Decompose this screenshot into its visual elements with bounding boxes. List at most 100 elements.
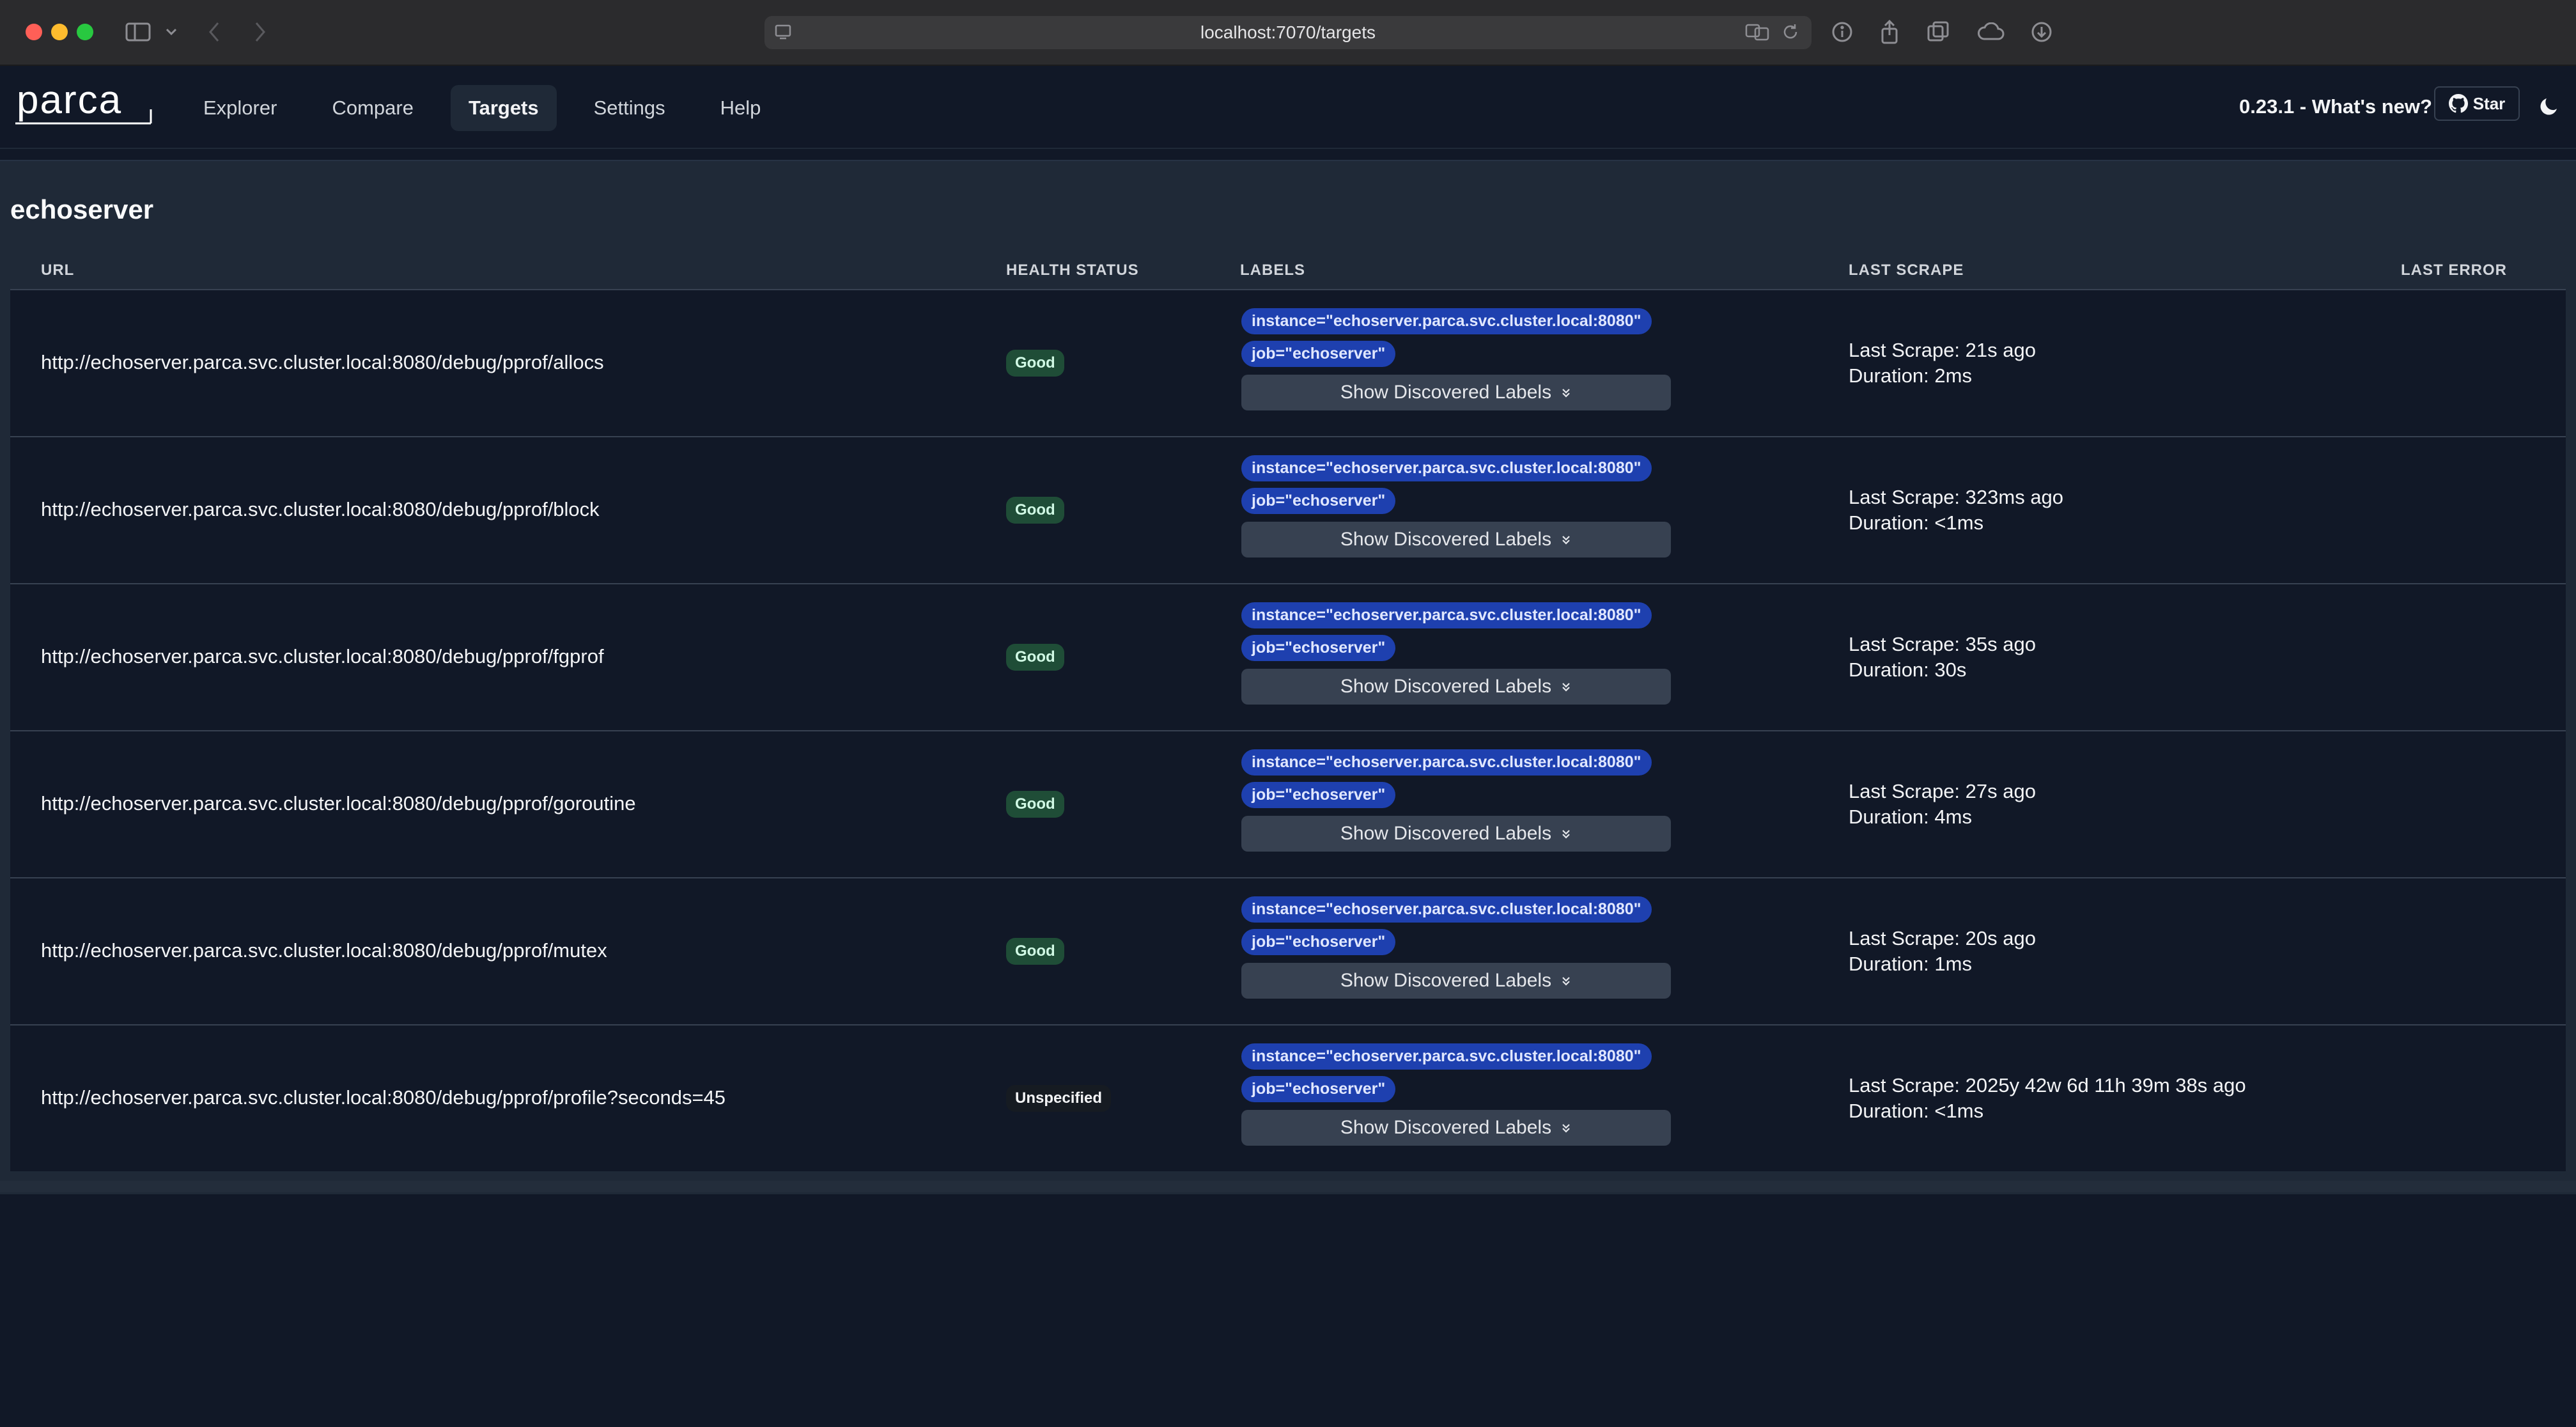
double-chevron-down-icon bbox=[1562, 683, 1570, 692]
label-pill-instance: instance="echoserver.parca.svc.cluster.l… bbox=[1241, 749, 1652, 776]
dark-mode-toggle-icon[interactable] bbox=[2538, 95, 2561, 121]
duration-text: Duration: 1ms bbox=[1849, 953, 1972, 975]
duration-text: Duration: 30s bbox=[1849, 659, 1967, 681]
last-scrape-cell: Last Scrape: 2025y 42w 6d 11h 39m 38s ag… bbox=[1849, 1073, 2246, 1124]
health-status-badge: Good bbox=[1006, 791, 1064, 818]
labels-cell: instance="echoserver.parca.svc.cluster.l… bbox=[1241, 749, 1676, 852]
minimize-window-button[interactable] bbox=[51, 24, 68, 40]
duration-text: Duration: <1ms bbox=[1849, 511, 1984, 534]
last-scrape-cell: Last Scrape: 27s ago Duration: 4ms bbox=[1849, 779, 2036, 830]
last-scrape-text: Last Scrape: 20s ago bbox=[1849, 927, 2036, 949]
nav-settings[interactable]: Settings bbox=[576, 85, 683, 131]
last-scrape-text: Last Scrape: 27s ago bbox=[1849, 780, 2036, 802]
health-status-badge: Good bbox=[1006, 350, 1064, 377]
target-url: http://echoserver.parca.svc.cluster.loca… bbox=[41, 1086, 726, 1109]
duration-text: Duration: 2ms bbox=[1849, 364, 1972, 387]
target-url: http://echoserver.parca.svc.cluster.loca… bbox=[41, 351, 604, 373]
url-text: localhost:7070/targets bbox=[1200, 22, 1376, 42]
label-pill-job: job="echoserver" bbox=[1241, 341, 1396, 367]
column-header-labels: LABELS bbox=[1240, 261, 1305, 279]
table-row: http://echoserver.parca.svc.cluster.loca… bbox=[10, 289, 2566, 436]
targets-table-body: http://echoserver.parca.svc.cluster.loca… bbox=[10, 289, 2566, 1171]
duration-text: Duration: 4ms bbox=[1849, 806, 1972, 828]
last-scrape-text: Last Scrape: 35s ago bbox=[1849, 633, 2036, 655]
sidebar-toggle-icon[interactable] bbox=[124, 18, 152, 46]
health-status-badge: Good bbox=[1006, 644, 1064, 671]
parca-logo-mark: parca bbox=[15, 78, 152, 125]
health-status-badge: Unspecified bbox=[1006, 1085, 1112, 1112]
last-scrape-cell: Last Scrape: 21s ago Duration: 2ms bbox=[1849, 338, 2036, 389]
health-cell: Unspecified bbox=[1006, 1085, 1112, 1112]
share-icon[interactable] bbox=[1877, 18, 1902, 46]
browser-toolbar: localhost:7070/targets bbox=[0, 0, 2576, 66]
show-discovered-labels-button[interactable]: Show Discovered Labels bbox=[1241, 522, 1671, 558]
health-cell: Good bbox=[1006, 350, 1064, 377]
show-discovered-labels-button[interactable]: Show Discovered Labels bbox=[1241, 669, 1671, 705]
target-url: http://echoserver.parca.svc.cluster.loca… bbox=[41, 792, 636, 815]
health-cell: Good bbox=[1006, 791, 1064, 818]
table-row: http://echoserver.parca.svc.cluster.loca… bbox=[10, 1024, 2566, 1171]
last-scrape-cell: Last Scrape: 323ms ago Duration: <1ms bbox=[1849, 485, 2063, 536]
health-cell: Good bbox=[1006, 644, 1064, 671]
page-menu-icon[interactable] bbox=[773, 22, 793, 46]
target-url: http://echoserver.parca.svc.cluster.loca… bbox=[41, 939, 607, 962]
column-header-last-error: LAST ERROR bbox=[2401, 261, 2507, 279]
show-discovered-labels-button[interactable]: Show Discovered Labels bbox=[1241, 1110, 1671, 1146]
forward-arrow-icon[interactable] bbox=[251, 18, 270, 46]
nav-help[interactable]: Help bbox=[702, 85, 779, 131]
main-nav: Explorer Compare Targets Settings Help bbox=[185, 85, 779, 131]
show-discovered-labels-button[interactable]: Show Discovered Labels bbox=[1241, 963, 1671, 999]
tabs-overview-icon[interactable] bbox=[1925, 18, 1951, 46]
last-scrape-text: Last Scrape: 21s ago bbox=[1849, 339, 2036, 361]
labels-cell: instance="echoserver.parca.svc.cluster.l… bbox=[1241, 1043, 1676, 1146]
address-bar[interactable]: localhost:7070/targets bbox=[764, 16, 1812, 49]
double-chevron-down-icon bbox=[1562, 389, 1570, 398]
double-chevron-down-icon bbox=[1562, 977, 1570, 986]
label-pill-instance: instance="echoserver.parca.svc.cluster.l… bbox=[1241, 308, 1652, 334]
star-label: Star bbox=[2472, 93, 2506, 113]
parca-logo[interactable]: parca bbox=[14, 78, 155, 133]
github-star-button[interactable]: Star bbox=[2434, 86, 2520, 121]
show-discovered-labels-button[interactable]: Show Discovered Labels bbox=[1241, 375, 1671, 410]
table-row: http://echoserver.parca.svc.cluster.loca… bbox=[10, 730, 2566, 877]
table-row: http://echoserver.parca.svc.cluster.loca… bbox=[10, 877, 2566, 1024]
column-header-health: HEALTH STATUS bbox=[1006, 261, 1139, 279]
labels-cell: instance="echoserver.parca.svc.cluster.l… bbox=[1241, 455, 1676, 558]
info-icon[interactable] bbox=[1829, 18, 1855, 46]
last-scrape-text: Last Scrape: 2025y 42w 6d 11h 39m 38s ag… bbox=[1849, 1074, 2246, 1096]
label-pill-instance: instance="echoserver.parca.svc.cluster.l… bbox=[1241, 455, 1652, 481]
chevron-down-icon[interactable] bbox=[164, 18, 179, 46]
nav-compare[interactable]: Compare bbox=[314, 85, 431, 131]
version-whats-new-link[interactable]: 0.23.1 - What's new? bbox=[2239, 95, 2432, 118]
table-row: http://echoserver.parca.svc.cluster.loca… bbox=[10, 583, 2566, 730]
duration-text: Duration: <1ms bbox=[1849, 1100, 1984, 1122]
column-header-last-scrape: LAST SCRAPE bbox=[1849, 261, 1964, 279]
nav-targets[interactable]: Targets bbox=[450, 85, 557, 131]
health-status-badge: Good bbox=[1006, 497, 1064, 524]
nav-explorer[interactable]: Explorer bbox=[185, 85, 295, 131]
double-chevron-down-icon bbox=[1562, 830, 1570, 839]
double-chevron-down-icon bbox=[1562, 1124, 1570, 1133]
health-status-badge: Good bbox=[1006, 938, 1064, 965]
translate-icon[interactable] bbox=[1745, 22, 1769, 46]
show-discovered-labels-button[interactable]: Show Discovered Labels bbox=[1241, 816, 1671, 852]
downloads-icon[interactable] bbox=[2029, 18, 2054, 46]
last-scrape-cell: Last Scrape: 35s ago Duration: 30s bbox=[1849, 632, 2036, 683]
reload-icon[interactable] bbox=[1781, 22, 1800, 46]
zoom-window-button[interactable] bbox=[77, 24, 93, 40]
show-discovered-labels-label: Show Discovered Labels bbox=[1340, 529, 1552, 550]
double-chevron-down-icon bbox=[1562, 536, 1570, 545]
targets-panel: echoserver URL HEALTH STATUS LABELS LAST… bbox=[0, 160, 2576, 1194]
label-pill-job: job="echoserver" bbox=[1241, 488, 1396, 514]
label-pill-instance: instance="echoserver.parca.svc.cluster.l… bbox=[1241, 896, 1652, 923]
labels-cell: instance="echoserver.parca.svc.cluster.l… bbox=[1241, 308, 1676, 410]
target-url: http://echoserver.parca.svc.cluster.loca… bbox=[41, 645, 604, 667]
labels-cell: instance="echoserver.parca.svc.cluster.l… bbox=[1241, 896, 1676, 999]
column-header-url: URL bbox=[41, 261, 75, 279]
icloud-icon[interactable] bbox=[1975, 18, 2006, 46]
show-discovered-labels-label: Show Discovered Labels bbox=[1340, 823, 1552, 844]
back-arrow-icon[interactable] bbox=[205, 18, 224, 46]
close-window-button[interactable] bbox=[26, 24, 42, 40]
last-scrape-cell: Last Scrape: 20s ago Duration: 1ms bbox=[1849, 926, 2036, 977]
label-pill-instance: instance="echoserver.parca.svc.cluster.l… bbox=[1241, 602, 1652, 628]
